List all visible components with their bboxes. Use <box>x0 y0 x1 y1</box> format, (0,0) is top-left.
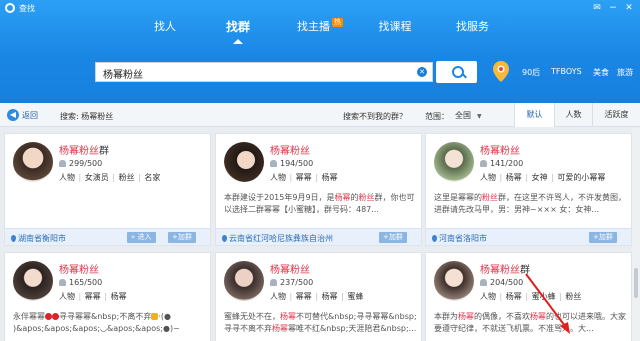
window-controls: ✉ − ✕ <box>590 2 636 14</box>
mail-icon[interactable]: ✉ <box>590 2 604 14</box>
chevron-down-icon: ▼ <box>477 113 482 120</box>
group-avatar <box>434 142 474 182</box>
join-group-button[interactable]: +加群 <box>168 232 196 243</box>
group-card[interactable]: 杨幂粉丝 237/500 人物 | 幂幂 | 杨幂 | 蜜蜂 蜜蜂无处不在，杨幂… <box>215 252 422 341</box>
quick-tag-90s[interactable]: 90后 <box>522 67 540 78</box>
card-footer: 湖南省衡阳市 » 进入 +加群 <box>5 228 210 245</box>
group-description: 这里是幂幂的粉丝群，在这里不许骂人，不许发黄图，进群请先改马甲，男：男神~×××… <box>434 193 626 214</box>
group-tags: 人物 | 女演员 | 粉丝 | 名家 <box>59 173 161 182</box>
member-count: 204/500 <box>480 278 523 287</box>
group-tags: 人物 | 杨幂 | 女神 | 可爱的小幂幂 <box>480 173 606 182</box>
group-description: 本群建设于2015年9月9日，是杨幂的粉丝群，你也可以选择二群幂幂【小蜜糖】，群… <box>224 193 415 214</box>
person-icon <box>59 279 66 286</box>
header-bar: 查找 ✉ − ✕ 找人 找群 找主播热 找课程 找服务 杨幂粉丝 ✕ 90后 T… <box>0 0 640 103</box>
quick-tag-food[interactable]: 美食 <box>593 67 609 78</box>
person-icon <box>480 160 487 167</box>
member-count: 299/500 <box>59 159 102 168</box>
tab-find-service[interactable]: 找服务 <box>440 14 505 42</box>
back-button[interactable]: ◀ 返回 <box>7 109 38 121</box>
hot-badge: 热 <box>332 18 343 27</box>
group-avatar <box>13 261 53 301</box>
enter-button[interactable]: » 进入 <box>127 232 156 243</box>
pin-icon <box>222 235 227 242</box>
group-name[interactable]: 杨幂粉丝 <box>480 142 520 157</box>
pin-icon <box>11 235 16 242</box>
card-footer: 河南省洛阳市 +加群 <box>426 228 631 245</box>
red-arrow-annotation <box>525 273 570 334</box>
group-card[interactable]: 杨幂粉丝 141/200 人物 | 杨幂 | 女神 | 可爱的小幂幂 这里是幂幂… <box>425 133 632 246</box>
tab-find-streamer[interactable]: 找主播热 <box>280 14 360 42</box>
group-tags: 人物 | 幂幂 | 杨幂 <box>270 173 338 182</box>
group-location: 湖南省衡阳市 <box>11 233 66 244</box>
group-location: 云南省红河哈尼族彝族自治州 <box>222 233 333 244</box>
group-card[interactable]: 杨幂粉丝 165/500 人物 | 幂幂 | 杨幂 永伴幂幂 寻寻幂幂&nbsp;… <box>4 252 211 341</box>
scrollbar[interactable] <box>632 128 640 341</box>
query-label: 搜索: 杨幂粉丝 <box>60 112 114 121</box>
group-description: 永伴幂幂 寻寻幂幂&nbsp;不离不弃 ·(●)&apos;&apos;&apos;… <box>13 312 180 333</box>
group-location: 河南省洛阳市 <box>432 233 487 244</box>
group-name[interactable]: 杨幂粉丝群 <box>59 142 109 157</box>
group-avatar <box>224 142 264 182</box>
group-tags: 人物 | 幂幂 | 杨幂 | 蜜蜂 <box>270 292 364 301</box>
person-icon <box>480 279 487 286</box>
heart-icon <box>45 313 52 320</box>
person-icon <box>270 160 277 167</box>
app-logo-icon <box>5 3 15 13</box>
group-name[interactable]: 杨幂粉丝 <box>59 261 99 276</box>
group-avatar <box>224 261 264 301</box>
member-count: 165/500 <box>59 278 102 287</box>
search-button[interactable] <box>436 61 477 83</box>
member-count: 194/500 <box>270 159 313 168</box>
quick-tag-travel[interactable]: 旅游 <box>617 67 633 78</box>
group-name[interactable]: 杨幂粉丝 <box>270 261 310 276</box>
group-description: 蜜蜂无处不在，杨幂不可替代&nbsp;寻寻幂幂&nbsp;寻寻不离不弃杨幂幂唯不… <box>224 312 417 333</box>
group-card[interactable]: 杨幂粉丝 194/500 人物 | 幂幂 | 杨幂 本群建设于2015年9月9日… <box>215 133 422 246</box>
group-avatar <box>13 142 53 182</box>
join-group-button[interactable]: +加群 <box>379 232 407 243</box>
tab-find-course[interactable]: 找课程 <box>365 14 425 42</box>
join-group-button[interactable]: +加群 <box>589 232 617 243</box>
window-title: 查找 <box>19 3 35 13</box>
tab-find-people[interactable]: 找人 <box>135 14 195 42</box>
scrollbar-thumb[interactable] <box>634 268 638 298</box>
person-icon <box>270 279 277 286</box>
tab-find-group[interactable]: 找群 <box>208 14 268 44</box>
member-count: 237/500 <box>270 278 313 287</box>
pin-icon <box>432 235 437 242</box>
minimize-button[interactable]: − <box>606 2 620 14</box>
location-pin-icon[interactable] <box>490 60 512 84</box>
group-card[interactable]: 杨幂粉丝群 299/500 人物 | 女演员 | 粉丝 | 名家 湖南省衡阳市 … <box>4 133 211 246</box>
find-window: 查找 ✉ − ✕ 找人 找群 找主播热 找课程 找服务 杨幂粉丝 ✕ 90后 T… <box>0 0 640 341</box>
range-select[interactable]: 全国 ▼ <box>455 110 482 121</box>
heart-icon <box>52 313 59 320</box>
close-button[interactable]: ✕ <box>622 2 636 14</box>
group-tags: 人物 | 幂幂 | 杨幂 <box>59 292 127 301</box>
person-icon <box>59 160 66 167</box>
search-input[interactable]: 杨幂粉丝 ✕ <box>95 62 433 82</box>
back-arrow-icon: ◀ <box>7 109 19 121</box>
main-tabs: 找人 找群 找主播热 找课程 找服务 <box>0 14 640 44</box>
sort-activity[interactable]: 活跃度 <box>592 103 640 127</box>
sort-members[interactable]: 人数 <box>554 103 592 127</box>
group-name[interactable]: 杨幂粉丝 <box>270 142 310 157</box>
sort-default[interactable]: 默认 <box>514 103 554 127</box>
filter-bar: ◀ 返回 搜索: 杨幂粉丝 搜索不到我的群？ 范围： 全国 ▼ 默认 人数 活跃度 <box>0 103 640 127</box>
clear-icon[interactable]: ✕ <box>417 67 427 77</box>
member-count: 141/200 <box>480 159 523 168</box>
card-footer: 云南省红河哈尼族彝族自治州 +加群 <box>216 228 421 245</box>
quick-tag-tfboys[interactable]: TFBOYS <box>551 67 582 76</box>
group-avatar <box>434 261 474 301</box>
range-label: 范围： <box>425 112 449 121</box>
not-found-link[interactable]: 搜索不到我的群？ <box>343 111 407 122</box>
